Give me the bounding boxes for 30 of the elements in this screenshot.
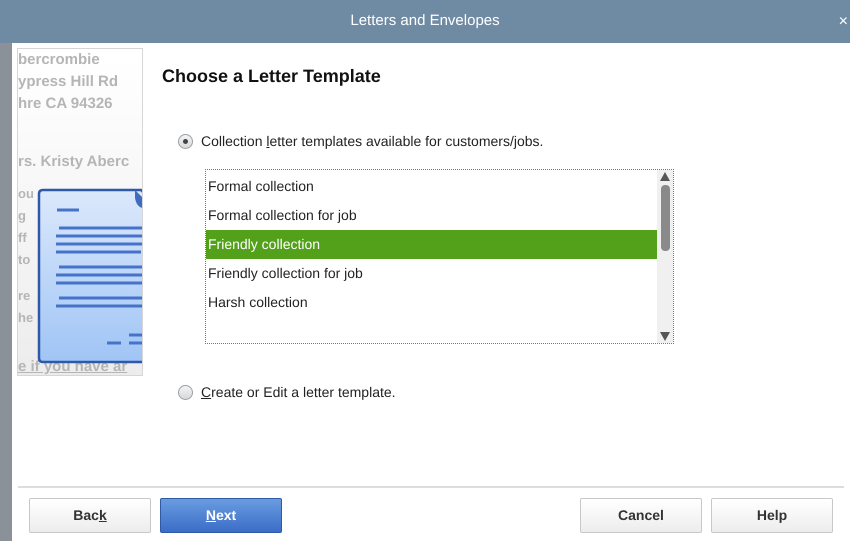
preview-text: rs. Kristy Aberc [18,152,130,172]
preview-text: ou [18,185,34,203]
dialog-button[interactable]: Help [711,498,833,533]
preview-text: bercrombie [18,50,100,70]
preview-text: e if you have ar [18,357,128,375]
radio-button[interactable] [178,134,193,149]
list-item[interactable]: Friendly collection for job [206,259,657,288]
list-item[interactable]: Formal collection [206,172,657,201]
close-button[interactable]: × [838,14,848,30]
preview-text: he [18,309,34,327]
template-list[interactable]: Formal collection Formal collection for job Friendly collection Friendly collection for job Harsh collection [205,169,674,344]
radio-label: Create or Edit a letter template. [201,383,396,402]
radio-button[interactable] [178,385,193,400]
preview-text: g [18,207,26,225]
list-item[interactable]: Formal collection for job [206,201,657,230]
preview-text: ypress Hill Rd [18,72,118,92]
preview-text: to [18,251,30,269]
scroll-down-icon[interactable] [660,332,670,341]
radio-label: Collection letter templates available for customers/jobs. [201,132,544,151]
list-item[interactable]: Harsh collection [206,288,657,317]
preview-text: re [18,287,30,305]
scrollbar[interactable] [657,170,673,343]
dialog-button[interactable]: Cancel [580,498,702,533]
scrollbar-thumb[interactable] [660,185,670,251]
page-heading: Choose a Letter Template [162,65,381,88]
preview-text: ff [18,229,27,247]
dialog-button[interactable]: Back [29,498,151,533]
window-title: Letters and Envelopes [350,11,500,32]
dialog-button[interactable]: Next [160,498,282,533]
preview-text: hre CA 94326 [18,94,112,114]
